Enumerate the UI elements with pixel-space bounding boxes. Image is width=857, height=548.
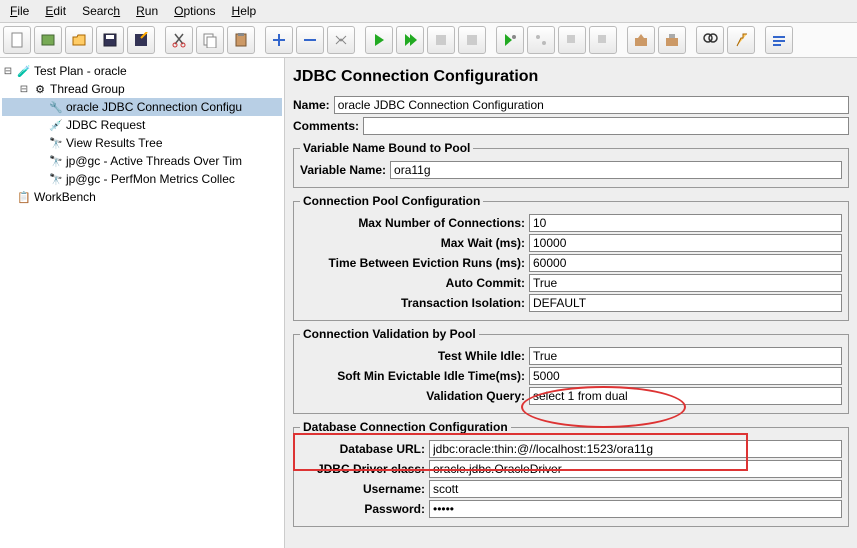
tree-label: JDBC Request [66,118,145,132]
db-user-label: Username: [300,482,425,496]
name-label: Name: [293,98,330,112]
var-pool-group: Variable Name Bound to Pool Variable Nam… [293,141,849,188]
evict-label: Time Between Eviction Runs (ms): [300,256,525,270]
tree-thread-group[interactable]: ⊟ ⚙ Thread Group [2,80,282,98]
flask-icon: 🧪 [16,63,32,79]
db-user-input[interactable] [429,480,842,498]
save-as-icon[interactable] [127,26,155,54]
cut-icon[interactable] [165,26,193,54]
db-url-label: Database URL: [300,442,425,456]
scope-icon: 🔭 [48,171,64,187]
menu-help[interactable]: Help [226,2,263,20]
var-pool-legend: Variable Name Bound to Pool [300,141,473,155]
soft-min-input[interactable] [529,367,842,385]
conn-pool-legend: Connection Pool Configuration [300,194,483,208]
soft-min-label: Soft Min Evictable Idle Time(ms): [300,369,525,383]
toolbar [0,23,857,58]
reset-search-icon[interactable] [727,26,755,54]
tree-label: Test Plan - oracle [34,64,127,78]
tree-panel: ⊟ 🧪 Test Plan - oracle ⊟ ⚙ Thread Group … [0,58,285,548]
tree-item-jdbc-config[interactable]: 🔧 oracle JDBC Connection Configu [2,98,282,116]
db-driver-label: JDBC Driver class: [300,462,425,476]
stop-icon[interactable] [427,26,455,54]
open-icon[interactable] [65,26,93,54]
conn-pool-group: Connection Pool Configuration Max Number… [293,194,849,321]
menubar: File Edit Search Run Options Help [0,0,857,23]
templates-icon[interactable] [34,26,62,54]
new-icon[interactable] [3,26,31,54]
tx-iso-label: Transaction Isolation: [300,296,525,310]
tree-label: oracle JDBC Connection Configu [66,100,242,114]
menu-run[interactable]: Run [130,2,164,20]
var-name-label: Variable Name: [300,163,386,177]
autocommit-input[interactable] [529,274,842,292]
expand-icon[interactable] [265,26,293,54]
clear-all-icon[interactable] [658,26,686,54]
remote-shutdown-icon[interactable] [589,26,617,54]
tree-item-perfmon[interactable]: 🔭 jp@gc - PerfMon Metrics Collec [2,170,282,188]
tree-label: WorkBench [34,190,96,204]
tree-workbench[interactable]: 📋 WorkBench [2,188,282,206]
remote-icon[interactable] [527,26,555,54]
scope-icon: 🔭 [48,135,64,151]
max-conn-input[interactable] [529,214,842,232]
function-helper-icon[interactable] [765,26,793,54]
menu-options[interactable]: Options [168,2,221,20]
evict-input[interactable] [529,254,842,272]
validation-group: Connection Validation by Pool Test While… [293,327,849,414]
menu-file[interactable]: File [4,2,35,20]
tree-item-results-tree[interactable]: 🔭 View Results Tree [2,134,282,152]
run-icon[interactable] [365,26,393,54]
run-nopause-icon[interactable] [396,26,424,54]
paste-icon[interactable] [227,26,255,54]
clipboard-icon: 📋 [16,189,32,205]
clear-icon[interactable] [627,26,655,54]
tx-iso-input[interactable] [529,294,842,312]
test-idle-input[interactable] [529,347,842,365]
tree-root[interactable]: ⊟ 🧪 Test Plan - oracle [2,62,282,80]
test-idle-label: Test While Idle: [300,349,525,363]
db-driver-input[interactable] [429,460,842,478]
validation-legend: Connection Validation by Pool [300,327,479,341]
scope-icon: 🔭 [48,153,64,169]
name-input[interactable] [334,96,849,114]
tree-label: jp@gc - Active Threads Over Tim [66,154,242,168]
tree-item-active-threads[interactable]: 🔭 jp@gc - Active Threads Over Tim [2,152,282,170]
max-wait-label: Max Wait (ms): [300,236,525,250]
menu-edit[interactable]: Edit [39,2,72,20]
autocommit-label: Auto Commit: [300,276,525,290]
toggle-icon[interactable] [327,26,355,54]
page-title: JDBC Connection Configuration [293,68,849,86]
db-pass-input[interactable] [429,500,842,518]
remote-stop-icon[interactable] [558,26,586,54]
save-icon[interactable] [96,26,124,54]
collapse-icon[interactable] [296,26,324,54]
var-name-input[interactable] [390,161,842,179]
tree-label: View Results Tree [66,136,163,150]
shutdown-icon[interactable] [458,26,486,54]
comments-label: Comments: [293,119,359,133]
menu-search[interactable]: Search [76,2,126,20]
comments-input[interactable] [363,117,849,135]
max-conn-label: Max Number of Connections: [300,216,525,230]
db-url-input[interactable] [429,440,842,458]
remote-start-icon[interactable] [496,26,524,54]
search-icon[interactable] [696,26,724,54]
gear-icon: ⚙ [32,81,48,97]
db-conn-legend: Database Connection Configuration [300,420,511,434]
tree-item-jdbc-request[interactable]: 💉 JDBC Request [2,116,282,134]
tree-label: Thread Group [50,82,125,96]
val-query-label: Validation Query: [300,389,525,403]
content-panel: JDBC Connection Configuration Name: Comm… [285,58,857,548]
max-wait-input[interactable] [529,234,842,252]
tree-label: jp@gc - PerfMon Metrics Collec [66,172,235,186]
copy-icon[interactable] [196,26,224,54]
wrench-icon: 🔧 [48,99,64,115]
db-pass-label: Password: [300,502,425,516]
val-query-input[interactable] [529,387,842,405]
db-conn-group: Database Connection Configuration Databa… [293,420,849,527]
pipette-icon: 💉 [48,117,64,133]
